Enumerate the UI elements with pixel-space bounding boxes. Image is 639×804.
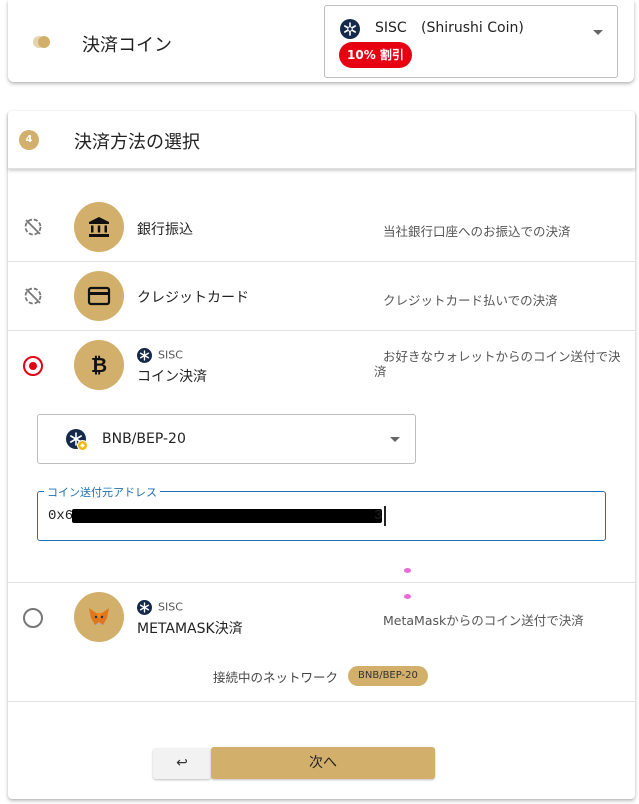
text-caret <box>384 506 386 526</box>
selected-coin-symbol: SISC <box>375 20 407 36</box>
coin-toggle-icon <box>33 36 50 48</box>
payment-option-metamask: SISC METAMASK決済 MetaMaskからのコイン送付で決済 接続中の… <box>8 583 635 702</box>
sisc-coin-icon <box>340 19 360 39</box>
discount-badge: 10% 割引 <box>339 42 412 68</box>
coin-tag-label: SISC <box>158 348 183 362</box>
payment-option-label: METAMASK決済 <box>137 621 243 637</box>
payment-option-description: MetaMaskからのコイン送付で決済 <box>383 613 584 628</box>
bitcoin-icon: ₿ <box>74 340 124 390</box>
radio-unselected[interactable] <box>23 608 43 628</box>
chevron-down-icon <box>390 437 400 442</box>
sender-address-prefix: 0x6 <box>48 508 74 524</box>
svg-text:₿: ₿ <box>91 353 107 377</box>
bnb-network-icon <box>66 429 88 451</box>
decorative-dot <box>404 594 411 599</box>
coin-section-card: 決済コイン SISC (Shirushi Coin) 10% 割引 <box>8 0 634 82</box>
redaction-bar <box>72 509 382 523</box>
credit-card-icon <box>74 271 124 321</box>
coin-tag: SISC <box>137 348 183 363</box>
coin-tag-label: SISC <box>158 600 183 614</box>
step-number-badge: 4 <box>19 130 39 150</box>
bank-icon <box>74 202 124 252</box>
payment-method-header: 4 決済方法の選択 <box>8 111 635 169</box>
sender-address-label: コイン送付元アドレス <box>44 484 160 500</box>
coin-section-title: 決済コイン <box>82 35 172 56</box>
sender-address-input[interactable]: コイン送付元アドレス 0x6 3 <box>37 484 606 541</box>
sisc-coin-icon <box>137 600 152 615</box>
payment-option-label: コイン決済 <box>137 369 207 385</box>
radio-selected[interactable] <box>23 356 43 376</box>
connected-network-badge: BNB/BEP-20 <box>348 666 428 686</box>
payment-option-description: 当社銀行口座へのお振込での決済 <box>383 224 571 239</box>
decorative-dot <box>404 568 411 573</box>
payment-option-description: クレジットカード払いでの決済 <box>383 293 558 308</box>
selected-coin-fullname: (Shirushi Coin) <box>421 20 524 36</box>
payment-method-title: 決済方法の選択 <box>74 132 200 153</box>
payment-option-bank-transfer: 銀行振込 当社銀行口座へのお振込での決済 <box>8 193 635 262</box>
sender-address-suffix: 3 <box>374 508 383 524</box>
back-button[interactable]: ↩ <box>153 748 211 779</box>
sisc-coin-icon <box>137 348 152 363</box>
unavailable-icon <box>24 287 42 305</box>
payment-method-card: 4 決済方法の選択 銀行振込 当社銀行口座へのお振込での決済 クレジットカード … <box>8 111 635 799</box>
payment-option-description: お好きなウォレットからのコイン送付で決済 <box>374 349 621 379</box>
coin-select[interactable]: SISC (Shirushi Coin) 10% 割引 <box>324 5 618 78</box>
connected-network-label: 接続中のネットワーク <box>213 670 339 685</box>
unavailable-icon <box>24 218 42 236</box>
chevron-down-icon <box>593 30 603 35</box>
payment-option-label: 銀行振込 <box>137 222 193 238</box>
payment-option-credit-card: クレジットカード クレジットカード払いでの決済 <box>8 262 635 331</box>
coin-tag: SISC <box>137 600 183 615</box>
network-select-value: BNB/BEP-20 <box>102 431 186 447</box>
next-button[interactable]: 次へ <box>211 747 435 779</box>
payment-option-label: クレジットカード <box>137 290 249 306</box>
network-select[interactable]: BNB/BEP-20 <box>37 414 416 464</box>
payment-option-coin: ₿ SISC コイン決済 お好きなウォレットからのコイン送付で決済 BNB/BE… <box>8 331 635 583</box>
metamask-fox-icon <box>74 592 124 642</box>
